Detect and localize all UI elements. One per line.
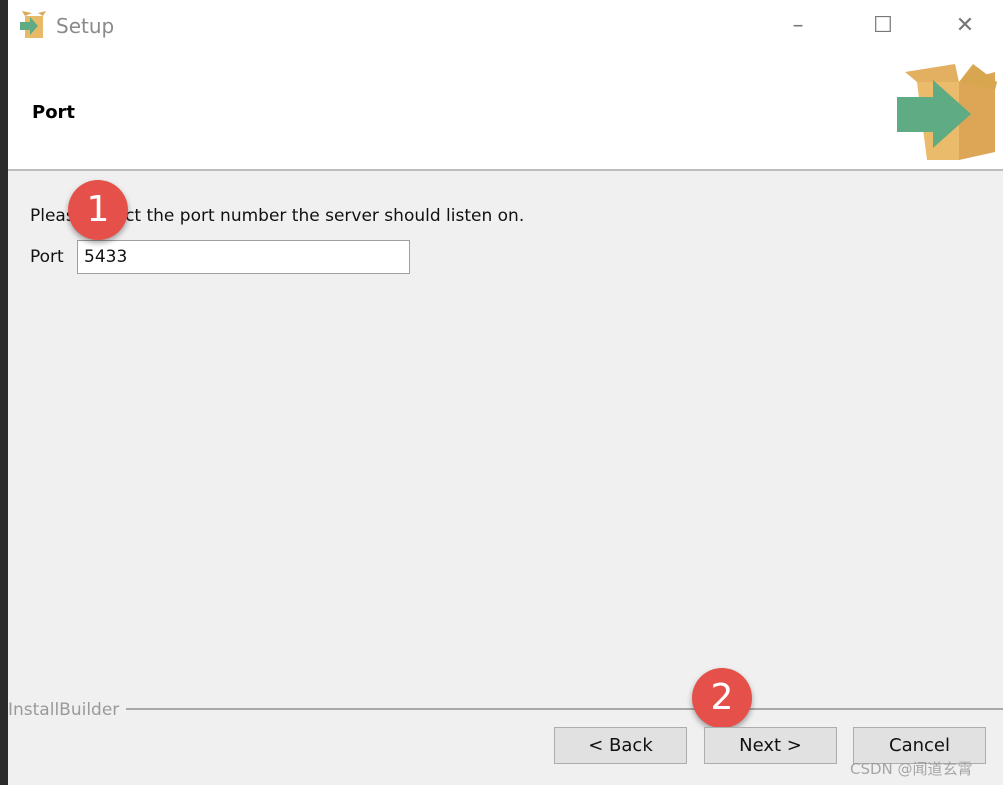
port-input[interactable] — [77, 240, 410, 274]
close-icon: ✕ — [955, 13, 975, 38]
title-bar: Setup – ☐ ✕ — [8, 0, 1003, 52]
maximize-icon: ☐ — [873, 13, 893, 38]
app-icon — [20, 11, 46, 38]
page-title: Port — [32, 102, 76, 123]
installer-logo — [897, 64, 997, 160]
back-button[interactable]: < Back — [554, 727, 687, 764]
maximize-button[interactable]: ☐ — [863, 8, 903, 44]
window-title: Setup — [56, 14, 115, 38]
watermark: CSDN @闻道玄霄 — [850, 760, 973, 778]
minimize-button[interactable]: – — [778, 8, 818, 44]
installbuilder-label: InstallBuilder — [8, 700, 120, 720]
port-label: Port — [30, 247, 64, 267]
page-header: Port — [8, 52, 1003, 171]
minimize-icon: – — [792, 13, 804, 38]
close-button[interactable]: ✕ — [945, 8, 985, 44]
annotation-badge-1: 1 — [68, 180, 128, 240]
background-edge — [0, 0, 8, 785]
annotation-badge-2: 2 — [692, 668, 752, 728]
footer-divider — [126, 708, 1003, 710]
next-button[interactable]: Next > — [704, 727, 837, 764]
